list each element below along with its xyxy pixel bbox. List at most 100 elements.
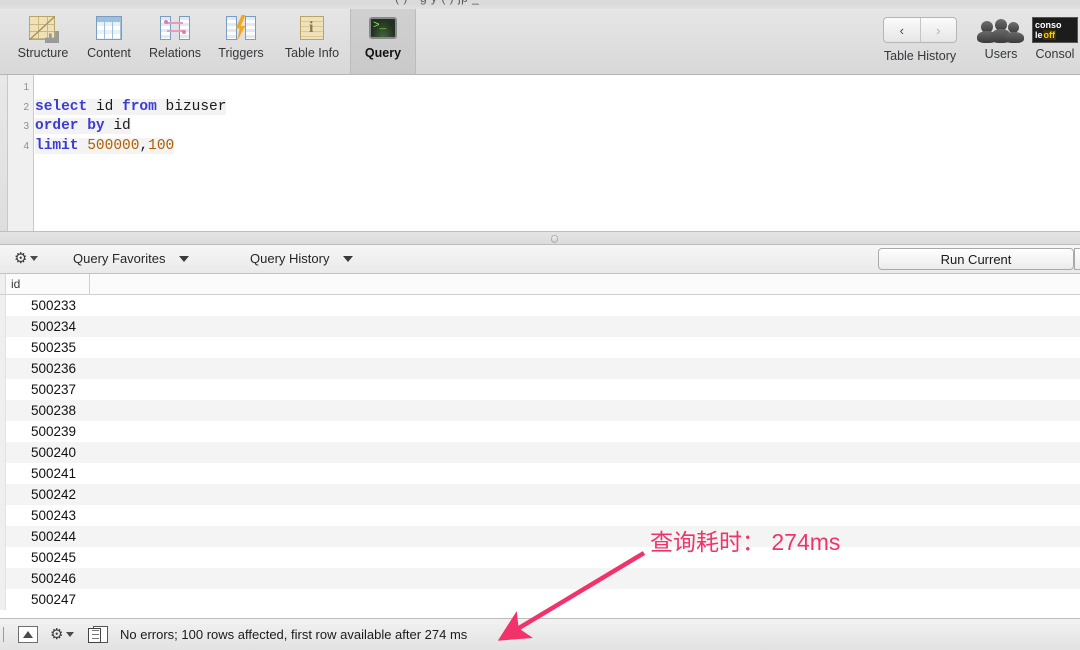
cell-id[interactable]: 500240 <box>7 442 90 463</box>
structure-icon <box>26 13 60 43</box>
table-row[interactable]: 500238 <box>0 400 1080 421</box>
chevron-down-icon <box>30 256 39 261</box>
chevron-down-icon <box>179 255 190 262</box>
cell-id[interactable]: 500247 <box>7 589 90 610</box>
line-number: 4 <box>23 140 29 152</box>
status-bar: ⚙ No errors; 100 rows affected, first ro… <box>0 618 1080 650</box>
table-row[interactable]: 500241 <box>0 463 1080 484</box>
settings-gear-icon[interactable]: ⚙ <box>50 626 75 643</box>
table-row[interactable]: 500242 <box>0 484 1080 505</box>
row-selector-cell[interactable] <box>0 421 6 442</box>
results-table-header: id <box>0 274 1080 295</box>
tab-structure[interactable]: Structure <box>10 9 76 74</box>
row-selector-cell[interactable] <box>0 295 6 316</box>
nav-forward-icon[interactable]: › <box>921 18 957 42</box>
sql-code-area[interactable]: select id from bizuser order by id limit 5… <box>35 75 1080 231</box>
table-row[interactable]: 500244 <box>0 526 1080 547</box>
show-console-icon[interactable] <box>18 626 38 643</box>
editor-results-splitter[interactable] <box>0 231 1080 245</box>
tab-table-info[interactable]: i Table Info <box>274 9 350 74</box>
users-icon <box>977 17 1025 43</box>
cell-id[interactable]: 500236 <box>7 358 90 379</box>
table-row[interactable]: 500247 <box>0 589 1080 610</box>
users-button[interactable]: Users <box>972 9 1030 74</box>
row-selector-cell[interactable] <box>0 442 6 463</box>
tab-triggers-label: Triggers <box>218 46 264 60</box>
row-selector-cell[interactable] <box>0 379 6 400</box>
query-history-menu[interactable]: Query History <box>250 250 354 267</box>
triggers-icon <box>224 13 258 43</box>
row-selector-cell[interactable] <box>0 337 6 358</box>
cell-id[interactable]: 500238 <box>7 400 90 421</box>
sequel-pro-window: ( ) - g y ( ) jp _ Structure Content <box>0 0 1080 650</box>
copy-results-icon[interactable] <box>88 626 108 645</box>
tab-query[interactable]: >_ Query <box>350 9 416 74</box>
history-nav-segment[interactable]: ‹ › <box>883 17 957 43</box>
console-icon-badge: off <box>1042 30 1057 40</box>
row-selector-cell[interactable] <box>0 484 6 505</box>
console-icon: conso leoff <box>1032 17 1078 43</box>
console-icon-line1: conso <box>1035 20 1062 30</box>
content-icon <box>92 13 126 43</box>
row-selector-cell[interactable] <box>0 526 6 547</box>
run-current-button[interactable]: Run Current <box>878 248 1074 270</box>
splitter-grip[interactable] <box>551 235 558 243</box>
table-row[interactable]: 500239 <box>0 421 1080 442</box>
table-row[interactable]: 500236 <box>0 358 1080 379</box>
column-header-id[interactable]: id <box>7 274 90 294</box>
cell-id[interactable]: 500234 <box>7 316 90 337</box>
row-selector-cell[interactable] <box>0 463 6 484</box>
run-options-caret[interactable]: ⌄ <box>1074 248 1080 270</box>
results-table-body[interactable]: 500233 500234 500235 500236 500237 500238 5002… <box>0 295 1080 618</box>
tab-content[interactable]: Content <box>76 9 142 74</box>
cell-id[interactable]: 500233 <box>7 295 90 316</box>
line-number: 3 <box>23 121 29 132</box>
cell-id[interactable]: 500242 <box>7 484 90 505</box>
row-selector-cell[interactable] <box>0 547 6 568</box>
cell-id[interactable]: 500241 <box>7 463 90 484</box>
table-row[interactable]: 500243 <box>0 505 1080 526</box>
row-selector-cell[interactable] <box>0 400 6 421</box>
line-number: 2 <box>23 101 29 113</box>
cell-id[interactable]: 500237 <box>7 379 90 400</box>
row-selector-cell[interactable] <box>0 505 6 526</box>
nav-back-icon[interactable]: ‹ <box>884 18 921 42</box>
sql-line: limit 500000,100 <box>35 137 175 154</box>
chevron-down-icon <box>343 255 354 262</box>
cell-id[interactable]: 500239 <box>7 421 90 442</box>
cell-id[interactable]: 500243 <box>7 505 90 526</box>
tab-table-info-label: Table Info <box>284 46 340 60</box>
column-header-filler <box>91 274 1080 294</box>
tab-relations-label: Relations <box>148 46 202 60</box>
console-label: Consol <box>1035 47 1075 61</box>
row-selector-cell[interactable] <box>0 358 6 379</box>
table-row[interactable]: 500246 <box>0 568 1080 589</box>
table-row[interactable]: 500233 <box>0 295 1080 316</box>
row-selector-cell[interactable] <box>0 589 6 610</box>
table-row[interactable]: 500234 <box>0 316 1080 337</box>
tab-triggers[interactable]: Triggers <box>208 9 274 74</box>
tab-query-label: Query <box>364 46 402 60</box>
row-selector-cell[interactable] <box>0 316 6 337</box>
cell-id[interactable]: 500245 <box>7 547 90 568</box>
table-row[interactable]: 500240 <box>0 442 1080 463</box>
sql-editor[interactable]: 1 2 3 4 select id from bizuser order by i… <box>0 75 1080 231</box>
table-row[interactable]: 500235 <box>0 337 1080 358</box>
users-label: Users <box>984 47 1018 61</box>
table-row[interactable]: 500237 <box>0 379 1080 400</box>
table-history-button[interactable]: ‹ › Table History <box>868 9 972 74</box>
tab-content-label: Content <box>87 46 131 60</box>
tab-relations[interactable]: Relations <box>142 9 208 74</box>
row-selector-cell[interactable] <box>0 568 6 589</box>
cell-id[interactable]: 500235 <box>7 337 90 358</box>
console-button[interactable]: conso leoff Consol <box>1030 9 1080 74</box>
cell-id[interactable]: 500246 <box>7 568 90 589</box>
cell-id[interactable]: 500244 <box>7 526 90 547</box>
view-tab-group: Structure Content Relations Triggers i T… <box>10 9 416 74</box>
query-icon: >_ <box>366 13 400 43</box>
query-favorites-menu[interactable]: Query Favorites <box>73 250 190 267</box>
line-number: 1 <box>23 82 29 93</box>
query-gear-menu[interactable]: ⚙ <box>14 250 39 267</box>
table-row[interactable]: 500245 <box>0 547 1080 568</box>
editor-line-number-gutter: 1 2 3 4 <box>8 75 34 231</box>
